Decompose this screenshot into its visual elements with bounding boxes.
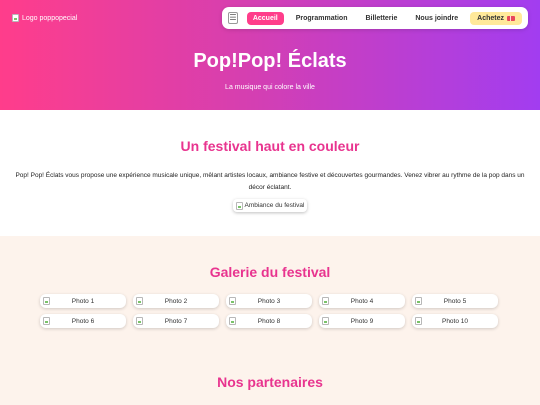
ambiance-image-alt: Ambiance du festival (244, 202, 305, 209)
nav-item-billetterie[interactable]: Billetterie (359, 12, 403, 25)
intro-title: Un festival haut en couleur (180, 138, 360, 154)
logo-alt-text: Logo poppopecial (22, 14, 78, 22)
broken-image-icon (415, 297, 422, 305)
main-nav: ☰ Accueil Programmation Billetterie Nous… (222, 7, 528, 29)
photo-label: Photo 2 (164, 297, 188, 305)
photo-label: Photo 5 (443, 297, 467, 305)
hero-title: Pop!Pop! Éclats (193, 50, 347, 72)
broken-image-icon (415, 317, 422, 325)
broken-image-icon (235, 201, 243, 210)
gallery-photo[interactable]: Photo 8 (226, 314, 312, 328)
hero-subtitle: La musique qui colore la ville (225, 84, 315, 91)
broken-image-icon (229, 317, 236, 325)
menu-icon[interactable]: ☰ (228, 12, 238, 24)
broken-image-icon (322, 317, 329, 325)
broken-image-icon (136, 297, 143, 305)
photo-label: Photo 7 (164, 317, 188, 325)
nav-item-programmation[interactable]: Programmation (290, 12, 354, 25)
gallery-title: Galerie du festival (209, 264, 331, 280)
photo-label: Photo 8 (257, 317, 281, 325)
gallery-photo[interactable]: Photo 2 (133, 294, 219, 308)
gallery-photo[interactable]: Photo 4 (319, 294, 405, 308)
gallery-photo[interactable]: Photo 10 (412, 314, 498, 328)
photo-label: Photo 3 (257, 297, 281, 305)
gallery-photo[interactable]: Photo 9 (319, 314, 405, 328)
broken-image-icon (43, 317, 50, 325)
partners-title: Nos partenaires (217, 374, 323, 390)
broken-image-icon (136, 317, 143, 325)
gallery-photo[interactable]: Photo 7 (133, 314, 219, 328)
hero-banner: Logo poppopecial ☰ Accueil Programmation… (0, 0, 540, 110)
gallery-photo[interactable]: Photo 1 (40, 294, 126, 308)
photo-label: Photo 10 (441, 317, 469, 325)
broken-image-icon (229, 297, 236, 305)
photo-label: Photo 9 (350, 317, 374, 325)
photo-label: Photo 1 (71, 297, 95, 305)
gallery-photo[interactable]: Photo 6 (40, 314, 126, 328)
gallery-photo[interactable]: Photo 5 (412, 294, 498, 308)
gallery-photo[interactable]: Photo 3 (226, 294, 312, 308)
nav-item-accueil[interactable]: Accueil (246, 11, 284, 25)
ambiance-image: Ambiance du festival (233, 199, 307, 212)
broken-image-icon (43, 297, 50, 305)
buy-tickets-label: Achetez (477, 14, 504, 22)
site-logo[interactable]: Logo poppopecial (12, 14, 77, 22)
photo-label: Photo 4 (350, 297, 374, 305)
nav-item-nous-joindre[interactable]: Nous joindre (409, 12, 464, 25)
broken-image-icon (322, 297, 329, 305)
ticket-icon (507, 15, 515, 21)
intro-text: Pop! Pop! Éclats vous propose une expéri… (15, 172, 525, 191)
buy-tickets-button[interactable]: Achetez (470, 11, 522, 25)
gallery-grid: Photo 1 Photo 2 Photo 3 Photo 4 Photo 5 … (40, 294, 500, 328)
photo-label: Photo 6 (71, 317, 95, 325)
broken-image-icon (12, 14, 19, 22)
